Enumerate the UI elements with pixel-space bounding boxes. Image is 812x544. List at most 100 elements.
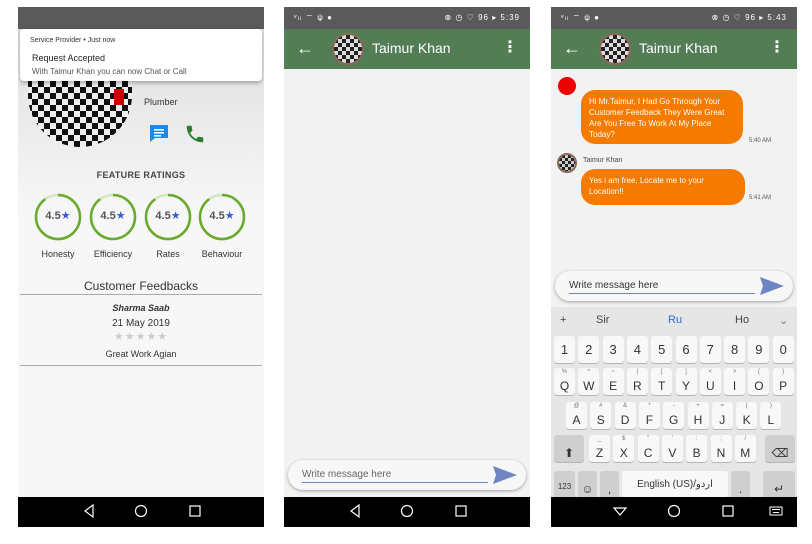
- recents-nav-icon[interactable]: [454, 504, 468, 518]
- rating-honesty: 4.5★ Honesty: [32, 193, 84, 259]
- back-arrow-icon[interactable]: ←: [563, 38, 581, 58]
- keyboard-key[interactable]: 0: [772, 336, 794, 363]
- message-input[interactable]: [302, 466, 488, 483]
- chat-app-bar: ← Taimur Khan ⋮: [284, 29, 530, 69]
- star-icon: ★: [60, 210, 71, 222]
- recents-nav-icon[interactable]: [188, 504, 202, 518]
- keyboard-key[interactable]: :B: [686, 435, 708, 462]
- back-arrow-icon[interactable]: ←: [296, 38, 314, 58]
- keyboard-key[interactable]: | R: [626, 368, 648, 395]
- home-nav-icon[interactable]: [134, 504, 148, 518]
- keyboard-key[interactable]: 7: [699, 336, 721, 363]
- hide-keyboard-icon[interactable]: [613, 504, 627, 518]
- enter-key[interactable]: ↵: [763, 471, 795, 498]
- keyboard-key[interactable]: " C: [637, 435, 659, 462]
- back-nav-icon[interactable]: [348, 504, 362, 518]
- rating-label: Rates: [156, 249, 180, 259]
- keyboard-key[interactable]: > I: [724, 368, 746, 395]
- divider: [20, 365, 262, 366]
- keyboard-key[interactable]: ' V: [661, 435, 683, 462]
- back-nav-icon[interactable]: [82, 504, 96, 518]
- avatar[interactable]: [332, 33, 364, 65]
- keyboard-key[interactable]: {O: [748, 368, 770, 395]
- keyboard-key[interactable]: 1: [554, 336, 575, 363]
- keyboard-key[interactable]: % Q: [554, 368, 575, 395]
- keyboard-switch-icon[interactable]: [769, 504, 783, 518]
- keyboard-key[interactable]: 8: [724, 336, 746, 363]
- keyboard-key[interactable]: } P: [772, 368, 794, 395]
- shift-key[interactable]: ⬆: [554, 435, 584, 462]
- keyboard-key[interactable]: 4: [626, 336, 648, 363]
- suggestion-item[interactable]: Ru: [668, 314, 682, 326]
- rating-efficiency: 4.5★ Efficiency: [87, 193, 139, 259]
- send-icon[interactable]: [492, 465, 518, 485]
- keyboard-key[interactable]: ] Y: [675, 368, 697, 395]
- keyboard-key[interactable]: ; N: [710, 435, 732, 462]
- key-secondary-label: +: [696, 403, 700, 409]
- keyboard-key[interactable]: & D: [614, 402, 636, 429]
- keyboard-key[interactable]: _ Z: [589, 435, 610, 462]
- keyboard-key[interactable]: 9: [748, 336, 770, 363]
- key-secondary-label: /: [744, 436, 747, 442]
- notification-card[interactable]: Service Provider • Just now Request Acce…: [20, 29, 262, 81]
- collapse-suggestions-icon[interactable]: ⌄: [779, 314, 788, 327]
- key-secondary-label: =: [720, 403, 725, 409]
- keyboard-key[interactable]: 5: [651, 336, 673, 363]
- suggestion-item[interactable]: Sir: [596, 314, 609, 326]
- recents-nav-icon[interactable]: [721, 504, 735, 518]
- home-nav-icon[interactable]: [667, 504, 681, 518]
- keyboard-key[interactable]: 6: [675, 336, 697, 363]
- more-options-icon[interactable]: ⋮: [502, 38, 518, 58]
- key-label: B: [692, 446, 701, 460]
- user-avatar: [558, 77, 576, 95]
- message-composer: [555, 271, 793, 301]
- space-key[interactable]: English (US)/اردو: [622, 471, 728, 498]
- key-secondary-label: {: [757, 369, 760, 375]
- keyboard-key[interactable]: 3: [602, 336, 624, 363]
- enter-icon: ↵: [773, 482, 785, 496]
- period-key[interactable]: .: [731, 471, 750, 498]
- key-secondary-label: #: [599, 403, 603, 409]
- symbols-key[interactable]: 123: [554, 471, 575, 498]
- key-label: M: [740, 446, 751, 460]
- contact-name: Taimur Khan: [372, 40, 451, 56]
- keyboard-key[interactable]: = J: [711, 402, 733, 429]
- key-label: Y: [681, 379, 690, 393]
- chat-icon[interactable]: [148, 123, 170, 143]
- comma-key[interactable]: ,: [600, 471, 619, 498]
- keyboard-key[interactable]: + H: [687, 402, 709, 429]
- status-bar: ᵛₗₗ ⌔ ψ ● ⊗ ◷ ♡ 96 ▸ 5:39: [284, 7, 530, 29]
- keyboard-key[interactable]: -G: [663, 402, 685, 429]
- suggestion-item[interactable]: Ho: [735, 314, 749, 326]
- key-label: Z: [595, 446, 604, 460]
- keyboard-key[interactable]: (K: [736, 402, 758, 429]
- avatar[interactable]: [599, 33, 631, 65]
- rating-value: 4.5: [209, 210, 225, 222]
- send-icon[interactable]: [759, 276, 785, 296]
- message-input[interactable]: [569, 277, 755, 294]
- divider: [20, 294, 262, 295]
- keyboard-key[interactable]: < U: [699, 368, 721, 395]
- emoji-key[interactable]: ☺: [578, 471, 597, 498]
- keyboard-key[interactable]: ) L: [760, 402, 782, 429]
- keyboard-key[interactable]: * F: [638, 402, 660, 429]
- key-label: 0: [779, 342, 787, 357]
- keyboard-key[interactable]: ^ W: [578, 368, 600, 395]
- keyboard-key[interactable]: / M: [734, 435, 756, 462]
- key-label: 1: [560, 342, 569, 357]
- keyboard-key[interactable]: # S: [590, 402, 612, 429]
- home-nav-icon[interactable]: [400, 504, 414, 518]
- backspace-key[interactable]: ⌫: [765, 435, 795, 462]
- suggestion-strip: + Sir Ru Ho ⌄: [551, 307, 797, 333]
- status-icons-right: ⊗ ◷ ♡ 96 ▸ 5:43: [711, 13, 787, 22]
- keyboard-key[interactable]: $ X: [613, 435, 635, 462]
- keyboard-key[interactable]: [T: [651, 368, 673, 395]
- key-label: J: [719, 413, 726, 427]
- expand-suggestions-button[interactable]: +: [560, 314, 566, 326]
- phone-icon[interactable]: [184, 123, 206, 145]
- key-label: F: [645, 413, 654, 427]
- keyboard-key[interactable]: @ A: [566, 402, 587, 429]
- more-options-icon[interactable]: ⋮: [769, 38, 785, 58]
- keyboard-key[interactable]: ~ E: [602, 368, 624, 395]
- keyboard-key[interactable]: 2: [578, 336, 600, 363]
